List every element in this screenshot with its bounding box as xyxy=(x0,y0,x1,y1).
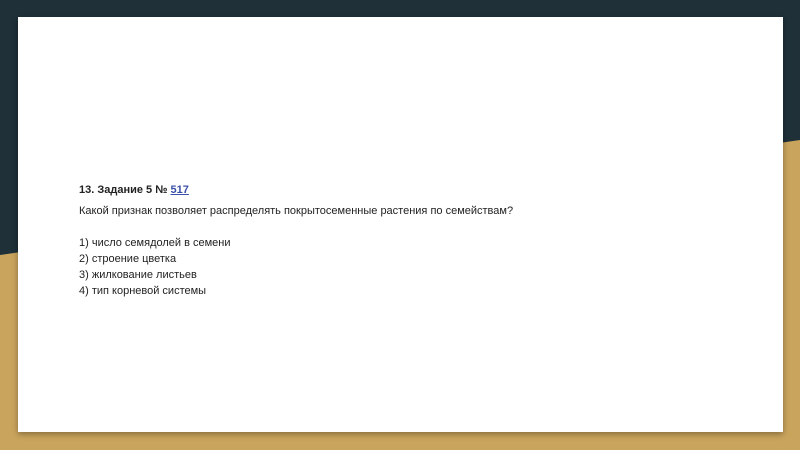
task-heading-prefix: 13. Задание 5 № xyxy=(79,184,171,196)
answer-option-3: 3) жилкование листьев xyxy=(79,269,197,281)
task-number-link[interactable]: 517 xyxy=(171,184,189,196)
answer-option-4: 4) тип корневой системы xyxy=(79,285,207,297)
task-heading: 13. Задание 5 № 517 xyxy=(79,182,739,198)
task-content: 13. Задание 5 № 517 Какой признак позвол… xyxy=(79,182,739,299)
answer-options: 1) число семядолей в семени 2) строение … xyxy=(79,235,739,299)
answer-option-1: 1) число семядолей в семени xyxy=(79,237,231,249)
question-text: Какой признак позволяет распределять пок… xyxy=(79,205,514,217)
slide: 13. Задание 5 № 517 Какой признак позвол… xyxy=(18,17,783,432)
answer-option-2: 2) строение цветка xyxy=(79,253,177,265)
